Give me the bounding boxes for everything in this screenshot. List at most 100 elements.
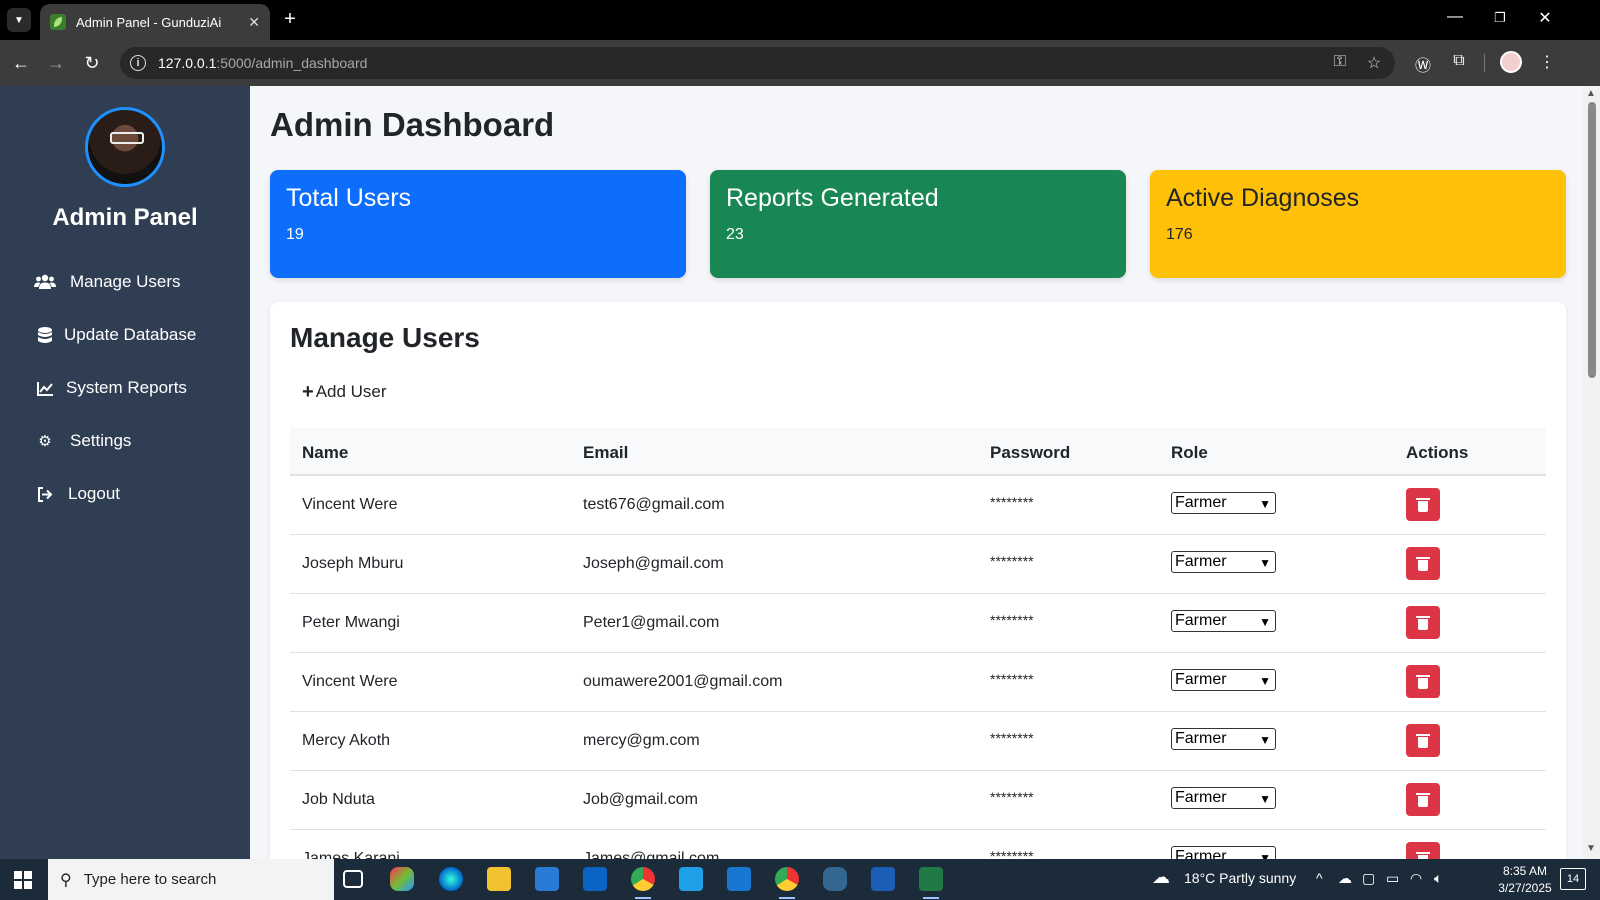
excel-icon[interactable] bbox=[919, 867, 943, 899]
user-password-cell: ******** bbox=[990, 671, 1034, 687]
browser-menu-icon[interactable]: ⋮ bbox=[1535, 52, 1559, 74]
minimize-window-icon[interactable]: — bbox=[1440, 8, 1470, 26]
user-email-cell: oumawere2001@gmail.com bbox=[583, 673, 783, 690]
restore-window-icon[interactable]: ❐ bbox=[1485, 10, 1515, 26]
sidebar-item-system-reports[interactable]: System Reports bbox=[34, 378, 187, 398]
reload-button[interactable]: ↻ bbox=[80, 52, 104, 76]
role-select[interactable]: Farmer ▼ bbox=[1171, 551, 1276, 573]
table-row: Job Nduta Job@gmail.com ******** Farmer ▼ bbox=[290, 771, 1546, 830]
file-explorer-icon[interactable] bbox=[487, 867, 511, 891]
scroll-up-arrow-icon[interactable]: ▲ bbox=[1586, 88, 1596, 99]
address-bar[interactable]: i 127.0.0.1 :5000/admin_dashboard ⚿ ☆ bbox=[120, 47, 1395, 79]
role-select[interactable]: Farmer ▼ bbox=[1171, 787, 1276, 809]
reports-generated-card: Reports Generated 23 bbox=[710, 170, 1126, 278]
onedrive-icon[interactable]: ☁ bbox=[1338, 870, 1352, 887]
delete-user-button[interactable] bbox=[1406, 783, 1440, 816]
role-selected-value: Farmer bbox=[1175, 671, 1227, 688]
taskbar-search-input[interactable]: ⚲ Type here to search bbox=[48, 859, 334, 900]
sidebar-item-settings[interactable]: ⚙ Settings bbox=[34, 431, 131, 451]
scroll-down-arrow-icon[interactable]: ▼ bbox=[1586, 843, 1596, 854]
word-icon[interactable] bbox=[871, 867, 895, 891]
profile-avatar[interactable] bbox=[1500, 51, 1522, 73]
clock-time: 8:35 AM bbox=[1502, 864, 1548, 878]
scrollbar-thumb[interactable] bbox=[1588, 102, 1596, 378]
page-viewport: Admin Panel Manage Users Update Database… bbox=[0, 86, 1600, 859]
browser-toolbar: ← → ↻ i 127.0.0.1 :5000/admin_dashboard … bbox=[0, 40, 1600, 86]
close-tab-icon[interactable]: ✕ bbox=[248, 14, 260, 31]
edge-browser-icon[interactable] bbox=[439, 867, 463, 891]
sidebar-item-logout[interactable]: Logout bbox=[34, 484, 120, 504]
delete-user-button[interactable] bbox=[1406, 547, 1440, 580]
bookmark-star-icon[interactable]: ☆ bbox=[1362, 53, 1386, 73]
chevron-down-icon: ▼ bbox=[1259, 497, 1271, 511]
back-button[interactable]: ← bbox=[9, 52, 33, 76]
delete-user-button[interactable] bbox=[1406, 724, 1440, 757]
weather-icon[interactable]: ☁ bbox=[1152, 867, 1170, 888]
close-window-icon[interactable]: ✕ bbox=[1530, 8, 1560, 28]
chrome-profile-icon[interactable] bbox=[775, 867, 799, 899]
new-tab-button[interactable]: + bbox=[278, 8, 302, 32]
user-name-cell: Mercy Akoth bbox=[302, 732, 391, 749]
sidebar-item-label: Manage Users bbox=[70, 272, 181, 291]
user-email-cell: test676@gmail.com bbox=[583, 496, 725, 513]
toolbar-divider bbox=[1484, 54, 1485, 72]
chrome-icon[interactable] bbox=[631, 867, 655, 899]
delete-user-button[interactable] bbox=[1406, 842, 1440, 859]
user-name-cell: Peter Mwangi bbox=[302, 614, 400, 631]
role-select[interactable]: Farmer ▼ bbox=[1171, 610, 1276, 632]
table-row: Mercy Akoth mercy@gm.com ******** Farmer ▼ bbox=[290, 712, 1546, 771]
postgresql-icon[interactable] bbox=[823, 867, 847, 891]
show-hidden-icons-chevron-icon[interactable]: ^ bbox=[1316, 870, 1323, 886]
sidebar-item-update-database[interactable]: Update Database bbox=[34, 325, 196, 345]
tab-title: Admin Panel - GunduziAi bbox=[76, 14, 222, 30]
add-user-label: Add User bbox=[315, 382, 387, 401]
site-favicon-icon bbox=[50, 14, 66, 30]
browser-tab[interactable]: Admin Panel - GunduziAi ✕ bbox=[40, 4, 270, 40]
sidebar: Admin Panel Manage Users Update Database… bbox=[0, 86, 250, 859]
site-info-icon[interactable]: i bbox=[130, 55, 146, 71]
extensions-puzzle-icon[interactable]: ⧉ bbox=[1447, 52, 1471, 74]
forward-button[interactable]: → bbox=[44, 52, 68, 76]
sidebar-item-label: Update Database bbox=[64, 325, 197, 344]
wps-writer-icon[interactable] bbox=[679, 867, 703, 891]
user-password-cell: ******** bbox=[990, 494, 1034, 510]
microsoft-store-icon[interactable] bbox=[535, 867, 559, 891]
section-title: Manage Users bbox=[290, 322, 480, 353]
delete-user-button[interactable] bbox=[1406, 665, 1440, 698]
user-password-cell: ******** bbox=[990, 848, 1034, 859]
chevron-down-icon: ▼ bbox=[1259, 851, 1271, 859]
active-diagnoses-card: Active Diagnoses 176 bbox=[1150, 170, 1566, 278]
delete-user-button[interactable] bbox=[1406, 606, 1440, 639]
user-name-cell: Vincent Were bbox=[302, 496, 398, 513]
sidebar-item-label: Logout bbox=[68, 484, 120, 503]
delete-user-button[interactable] bbox=[1406, 488, 1440, 521]
extension-w-icon[interactable]: Ⓦ bbox=[1411, 52, 1435, 75]
role-select[interactable]: Farmer ▼ bbox=[1171, 669, 1276, 691]
volume-icon[interactable]: 🔈︎ bbox=[1434, 870, 1442, 887]
system-clock[interactable]: 8:35 AM 3/27/2025 bbox=[1485, 863, 1565, 897]
page-scrollbar[interactable]: ▲ ▼ bbox=[1583, 86, 1600, 859]
windows-start-icon[interactable] bbox=[14, 871, 32, 889]
task-view-icon[interactable] bbox=[343, 870, 363, 888]
tab-search-chevron-icon[interactable]: ▼ bbox=[7, 8, 31, 32]
password-key-icon[interactable]: ⚿ bbox=[1328, 53, 1352, 71]
clock-date: 3/27/2025 bbox=[1498, 881, 1552, 895]
role-select[interactable]: Farmer ▼ bbox=[1171, 728, 1276, 750]
user-name-cell: Job Nduta bbox=[302, 791, 375, 808]
user-password-cell: ******** bbox=[990, 553, 1034, 569]
role-select[interactable]: Farmer ▼ bbox=[1171, 846, 1276, 859]
role-select[interactable]: Farmer ▼ bbox=[1171, 492, 1276, 514]
vscode-icon[interactable] bbox=[727, 867, 751, 891]
outlook-icon[interactable] bbox=[583, 867, 607, 891]
sidebar-item-manage-users[interactable]: Manage Users bbox=[34, 272, 181, 292]
copilot-icon[interactable] bbox=[390, 867, 414, 891]
wifi-icon[interactable]: ◠ bbox=[1410, 870, 1422, 887]
user-email-cell: mercy@gm.com bbox=[583, 732, 700, 749]
weather-text[interactable]: 18°C Partly sunny bbox=[1184, 870, 1296, 886]
users-icon bbox=[34, 273, 56, 291]
add-user-button[interactable]: + Add User bbox=[302, 382, 387, 402]
notification-center-icon[interactable]: 14 bbox=[1560, 868, 1586, 890]
battery-icon[interactable]: ▭ bbox=[1386, 870, 1399, 887]
table-row: Peter Mwangi Peter1@gmail.com ******** Farm… bbox=[290, 594, 1546, 653]
meet-now-icon[interactable]: ▢ bbox=[1362, 870, 1375, 887]
